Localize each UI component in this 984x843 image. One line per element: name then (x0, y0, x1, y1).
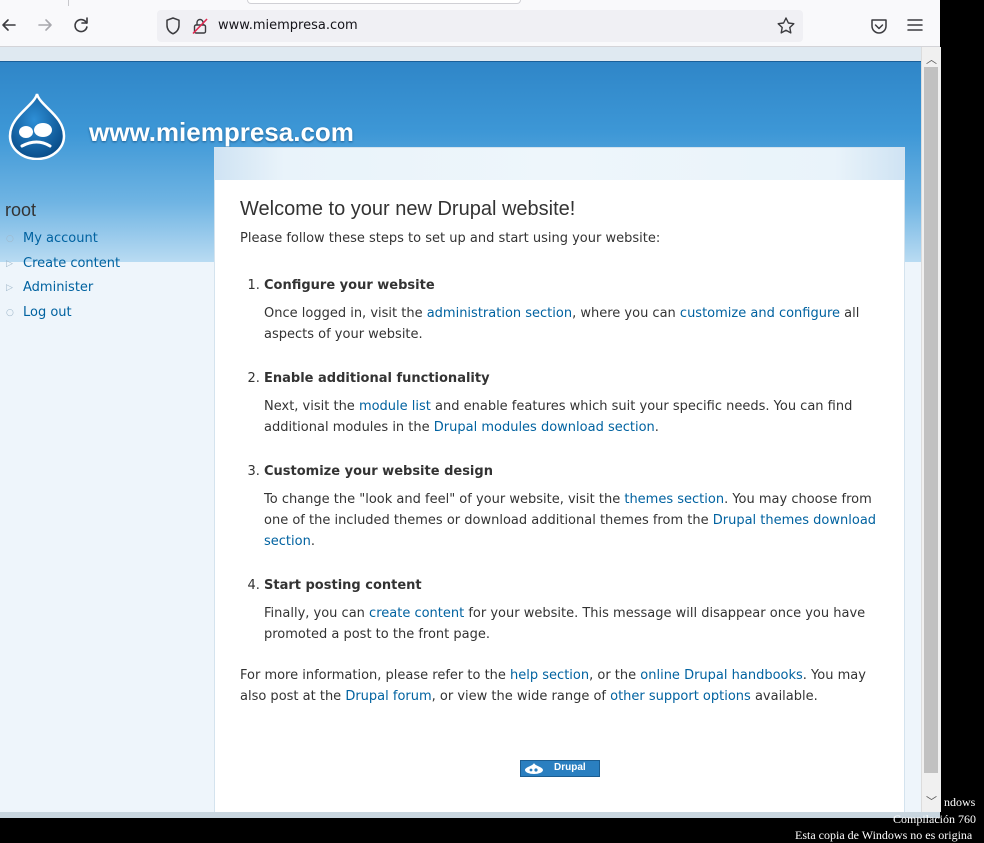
window-bottom-border (0, 812, 940, 818)
more-text: available. (750, 689, 818, 704)
forward-icon (38, 19, 52, 31)
setup-steps: Configure your website Once logged in, v… (240, 278, 880, 645)
vertical-scrollbar[interactable]: ︿ ﹀ (921, 47, 941, 812)
content-body: Welcome to your new Drupal website! Plea… (240, 198, 880, 707)
help-section-link[interactable]: help section (510, 668, 589, 683)
content-top-gradient (215, 148, 904, 180)
module-list-link[interactable]: module list (359, 399, 431, 414)
scrollbar-thumb[interactable] (924, 67, 938, 773)
page-title: Welcome to your new Drupal website! (240, 198, 576, 220)
forward-button[interactable] (32, 12, 58, 38)
step-title: Configure your website (264, 278, 435, 293)
themes-section-link[interactable]: themes section (624, 492, 724, 507)
step-title: Start posting content (264, 578, 422, 593)
insecure-lock-icon[interactable] (190, 16, 210, 36)
step-body: Once logged in, visit the administration… (264, 303, 880, 345)
powered-by-drupal-badge[interactable]: Drupal (520, 760, 600, 777)
step-item: Configure your website Once logged in, v… (264, 278, 880, 345)
intro-text: Please follow these steps to set up and … (240, 231, 661, 246)
triangle-bullet-icon: ▷ (6, 258, 13, 269)
sidebar-link-administer[interactable]: Administer (23, 280, 93, 295)
sidebar-link-my-account[interactable]: My account (23, 231, 98, 246)
drupal-drop-icon (525, 763, 543, 774)
site-name[interactable]: www.miempresa.com (89, 117, 354, 148)
sidebar-link-create-content[interactable]: Create content (23, 256, 120, 271)
customize-configure-link[interactable]: customize and configure (680, 306, 840, 321)
active-tab-edge[interactable] (247, 0, 521, 4)
step-text: Once logged in, visit the (264, 306, 427, 321)
url-bar[interactable]: www.miempresa.com (157, 10, 803, 42)
handbooks-link[interactable]: online Drupal handbooks (640, 668, 803, 683)
reload-icon (74, 17, 88, 33)
drupal-logo[interactable] (6, 92, 68, 160)
scroll-up-icon[interactable]: ︿ (926, 51, 937, 67)
circle-bullet-icon: ○ (6, 307, 14, 318)
create-content-link[interactable]: create content (369, 606, 464, 621)
reload-button[interactable] (68, 12, 94, 38)
powered-by-label: Drupal (554, 762, 586, 773)
sidebar-user-title: root (5, 200, 37, 220)
step-text: . (654, 420, 659, 435)
support-options-link[interactable]: other support options (610, 689, 751, 704)
shield-icon[interactable] (163, 16, 183, 36)
page-viewport: www.miempresa.com root ○ My account ▷ Cr… (0, 47, 921, 813)
back-icon (2, 19, 16, 31)
step-text: Finally, you can (264, 606, 370, 621)
header-top-strip (0, 47, 921, 61)
more-text: , or view the wide range of (431, 689, 611, 704)
step-text: Next, visit the (264, 399, 359, 414)
pocket-icon[interactable] (868, 15, 890, 37)
more-info-text: For more information, please refer to th… (240, 665, 880, 707)
step-body: To change the "look and feel" of your we… (264, 489, 880, 552)
scroll-down-icon[interactable]: ﹀ (926, 793, 937, 809)
more-text: For more information, please refer to th… (240, 668, 511, 683)
watermark-line: ndows (944, 795, 976, 809)
drupal-forum-link[interactable]: Drupal forum (345, 689, 431, 704)
more-text: , or the (589, 668, 641, 683)
step-item: Customize your website design To change … (264, 464, 880, 552)
step-body: Next, visit the module list and enable f… (264, 396, 880, 438)
step-item: Start posting content Finally, you can c… (264, 578, 880, 645)
administration-section-link[interactable]: administration section (427, 306, 572, 321)
url-text[interactable]: www.miempresa.com (218, 10, 358, 42)
step-text: To change the "look and feel" of your we… (264, 492, 625, 507)
step-text: , where you can (572, 306, 680, 321)
modules-download-link[interactable]: Drupal modules download section (434, 420, 655, 435)
step-text: . (310, 534, 315, 549)
step-body: Finally, you can create content for your… (264, 603, 880, 645)
main-content: Welcome to your new Drupal website! Plea… (214, 147, 905, 813)
sidebar-link-log-out[interactable]: Log out (23, 305, 72, 320)
browser-toolbar: www.miempresa.com (0, 0, 940, 47)
menu-icon[interactable] (904, 14, 926, 36)
triangle-bullet-icon: ▷ (6, 283, 13, 293)
tab-separator (68, 0, 69, 6)
step-item: Enable additional functionality Next, vi… (264, 371, 880, 438)
back-button[interactable] (0, 12, 22, 38)
step-title: Customize your website design (264, 464, 493, 479)
watermark-line: Compilación 760 (893, 812, 976, 826)
bookmark-star-icon[interactable] (775, 15, 797, 37)
sidebar: root ○ My account ▷ Create content ▷ Adm… (0, 187, 214, 807)
step-title: Enable additional functionality (264, 371, 490, 386)
circle-bullet-icon: ○ (6, 234, 14, 244)
